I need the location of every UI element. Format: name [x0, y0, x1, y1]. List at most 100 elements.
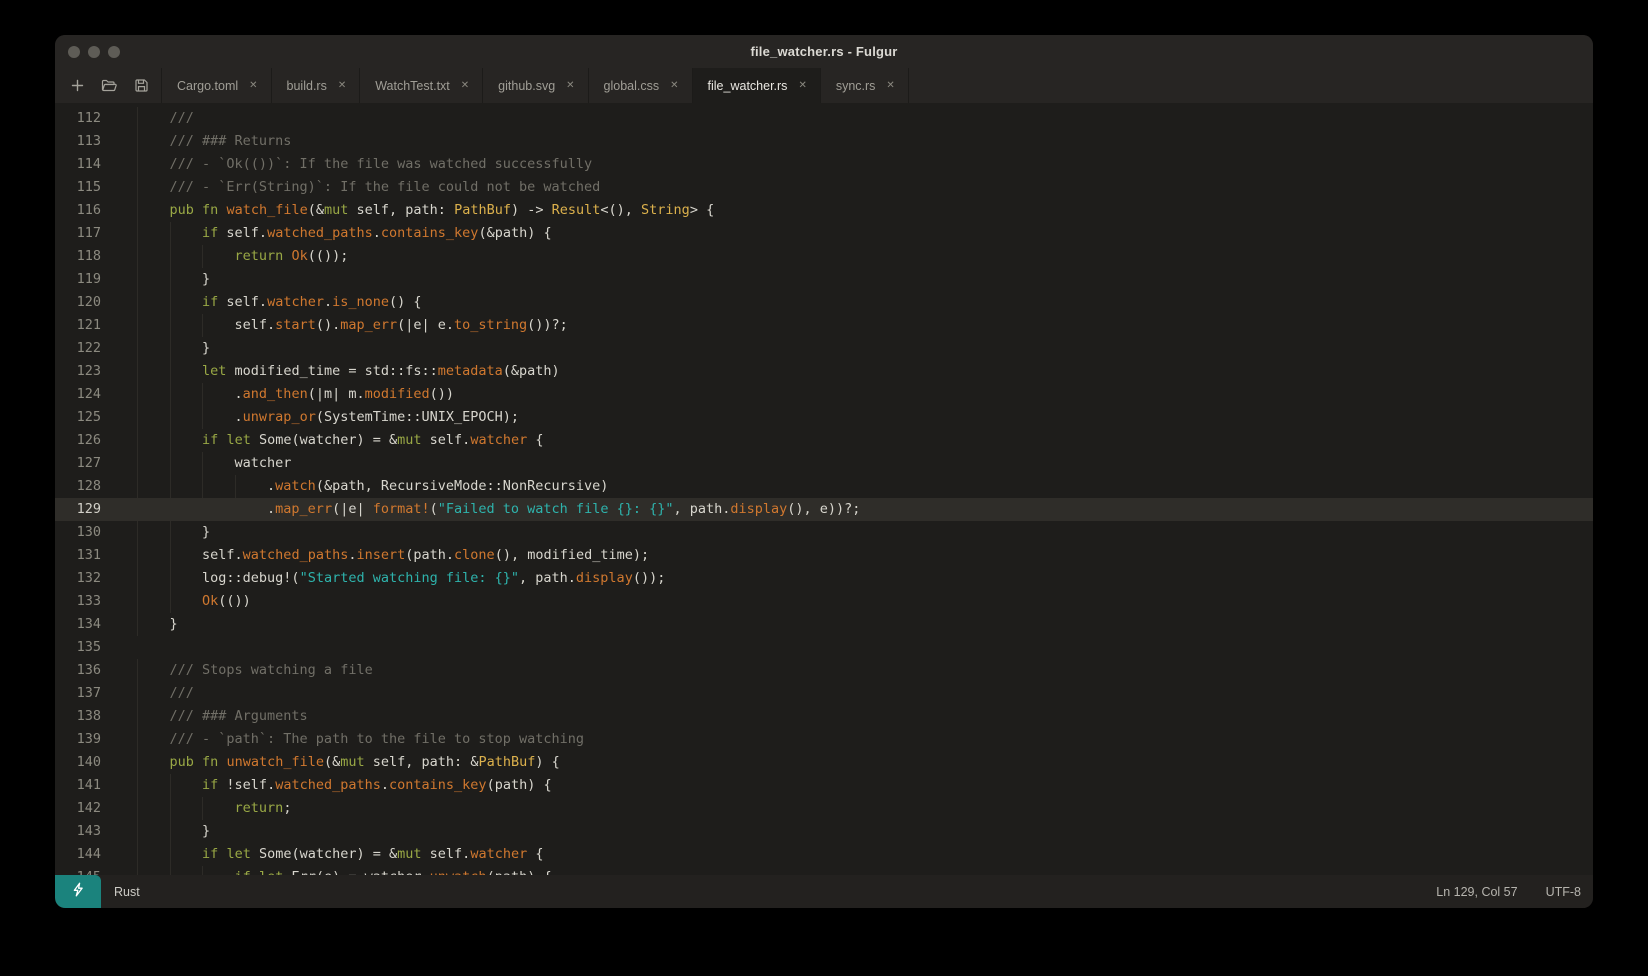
code-text: Ok(()) [137, 590, 1593, 613]
tab-close-icon[interactable]: ✕ [670, 80, 678, 91]
code-line[interactable]: 124 .and_then(|m| m.modified()) [55, 383, 1593, 406]
tab-close-icon[interactable]: ✕ [798, 80, 806, 91]
code-line[interactable]: 119 } [55, 268, 1593, 291]
code-text: /// ### Arguments [137, 705, 1593, 728]
language-badge[interactable] [55, 875, 101, 908]
code-text: } [137, 337, 1593, 360]
line-number: 145 [55, 866, 101, 875]
code-line[interactable]: 141 if !self.watched_paths.contains_key(… [55, 774, 1593, 797]
status-bar: Rust Ln 129, Col 57 UTF-8 [55, 875, 1593, 908]
encoding-label[interactable]: UTF-8 [1546, 885, 1581, 899]
code-line[interactable]: 145 if let Err(e) = watcher.unwatch(path… [55, 866, 1593, 875]
code-text: self.watched_paths.insert(path.clone(), … [137, 544, 1593, 567]
code-line[interactable]: 135 [55, 636, 1593, 659]
tab-toolbar [55, 68, 161, 103]
code-line[interactable]: 130 } [55, 521, 1593, 544]
code-text: if let Some(watcher) = &mut self.watcher… [137, 429, 1593, 452]
tab-list: Cargo.toml✕build.rs✕WatchTest.txt✕github… [161, 68, 909, 103]
code-line[interactable]: 115 /// - `Err(String)`: If the file cou… [55, 176, 1593, 199]
code-text: pub fn unwatch_file(&mut self, path: &Pa… [137, 751, 1593, 774]
code-line[interactable]: 126 if let Some(watcher) = &mut self.wat… [55, 429, 1593, 452]
code-text: /// [137, 107, 1593, 130]
code-editor[interactable]: 112 ///113 /// ### Returns114 /// - `Ok(… [55, 103, 1593, 875]
code-text: return; [137, 797, 1593, 820]
code-line[interactable]: 127 watcher [55, 452, 1593, 475]
line-number: 117 [55, 222, 101, 245]
tab-label: github.svg [498, 79, 555, 93]
line-number: 124 [55, 383, 101, 406]
tab-close-icon[interactable]: ✕ [461, 80, 469, 91]
open-folder-icon[interactable] [95, 73, 123, 99]
code-line[interactable]: 118 return Ok(()); [55, 245, 1593, 268]
code-line[interactable]: 123 let modified_time = std::fs::metadat… [55, 360, 1593, 383]
line-number: 138 [55, 705, 101, 728]
save-icon[interactable] [127, 73, 155, 99]
line-number: 119 [55, 268, 101, 291]
tab-bar: Cargo.toml✕build.rs✕WatchTest.txt✕github… [55, 68, 1593, 103]
tab-label: WatchTest.txt [375, 79, 450, 93]
code-line[interactable]: 112 /// [55, 107, 1593, 130]
code-text: return Ok(()); [137, 245, 1593, 268]
code-line[interactable]: 140 pub fn unwatch_file(&mut self, path:… [55, 751, 1593, 774]
line-number: 130 [55, 521, 101, 544]
code-text: .unwrap_or(SystemTime::UNIX_EPOCH); [137, 406, 1593, 429]
tab-close-icon[interactable]: ✕ [566, 80, 574, 91]
tab-WatchTest.txt[interactable]: WatchTest.txt ✕ [359, 68, 482, 103]
tab-label: build.rs [287, 79, 327, 93]
tab-close-icon[interactable]: ✕ [249, 80, 257, 91]
code-line[interactable]: 114 /// - `Ok(())`: If the file was watc… [55, 153, 1593, 176]
tab-close-icon[interactable]: ✕ [886, 80, 894, 91]
code-line[interactable]: 113 /// ### Returns [55, 130, 1593, 153]
tab-Cargo.toml[interactable]: Cargo.toml ✕ [161, 68, 271, 103]
line-number: 131 [55, 544, 101, 567]
tab-build.rs[interactable]: build.rs ✕ [271, 68, 360, 103]
code-line[interactable]: 132 log::debug!("Started watching file: … [55, 567, 1593, 590]
code-text: pub fn watch_file(&mut self, path: PathB… [137, 199, 1593, 222]
line-number: 141 [55, 774, 101, 797]
line-number: 120 [55, 291, 101, 314]
tab-file_watcher.rs[interactable]: file_watcher.rs ✕ [692, 68, 820, 103]
tab-label: file_watcher.rs [708, 79, 788, 93]
tab-close-icon[interactable]: ✕ [338, 80, 346, 91]
maximize-window-button[interactable] [108, 46, 120, 58]
tab-label: global.css [604, 79, 660, 93]
code-line[interactable]: 136 /// Stops watching a file [55, 659, 1593, 682]
code-line[interactable]: 125 .unwrap_or(SystemTime::UNIX_EPOCH); [55, 406, 1593, 429]
tab-github.svg[interactable]: github.svg ✕ [482, 68, 587, 103]
code-line[interactable]: 129 .map_err(|e| format!("Failed to watc… [55, 498, 1593, 521]
tab-label: Cargo.toml [177, 79, 238, 93]
window-title: file_watcher.rs - Fulgur [750, 44, 897, 59]
new-file-icon[interactable] [63, 73, 91, 99]
tab-sync.rs[interactable]: sync.rs✕ [820, 68, 909, 103]
code-line[interactable]: 144 if let Some(watcher) = &mut self.wat… [55, 843, 1593, 866]
code-line[interactable]: 116 pub fn watch_file(&mut self, path: P… [55, 199, 1593, 222]
close-window-button[interactable] [68, 46, 80, 58]
minimize-window-button[interactable] [88, 46, 100, 58]
lightning-icon [71, 882, 86, 902]
code-line[interactable]: 122 } [55, 337, 1593, 360]
code-line[interactable]: 131 self.watched_paths.insert(path.clone… [55, 544, 1593, 567]
code-line[interactable]: 128 .watch(&path, RecursiveMode::NonRecu… [55, 475, 1593, 498]
code-line[interactable]: 142 return; [55, 797, 1593, 820]
line-number: 115 [55, 176, 101, 199]
cursor-position[interactable]: Ln 129, Col 57 [1436, 885, 1517, 899]
language-label[interactable]: Rust [114, 885, 140, 899]
line-number: 136 [55, 659, 101, 682]
line-number: 140 [55, 751, 101, 774]
code-line[interactable]: 117 if self.watched_paths.contains_key(&… [55, 222, 1593, 245]
line-number: 134 [55, 613, 101, 636]
code-line[interactable]: 139 /// - `path`: The path to the file t… [55, 728, 1593, 751]
code-line[interactable]: 133 Ok(()) [55, 590, 1593, 613]
code-line[interactable]: 121 self.start().map_err(|e| e.to_string… [55, 314, 1593, 337]
code-line[interactable]: 137 /// [55, 682, 1593, 705]
line-number: 122 [55, 337, 101, 360]
tab-global.css[interactable]: global.css ✕ [588, 68, 692, 103]
title-bar: file_watcher.rs - Fulgur [55, 35, 1593, 68]
code-text: .and_then(|m| m.modified()) [137, 383, 1593, 406]
code-line[interactable]: 143 } [55, 820, 1593, 843]
code-line[interactable]: 120 if self.watcher.is_none() { [55, 291, 1593, 314]
code-line[interactable]: 134 } [55, 613, 1593, 636]
line-number: 137 [55, 682, 101, 705]
code-text: let modified_time = std::fs::metadata(&p… [137, 360, 1593, 383]
code-line[interactable]: 138 /// ### Arguments [55, 705, 1593, 728]
